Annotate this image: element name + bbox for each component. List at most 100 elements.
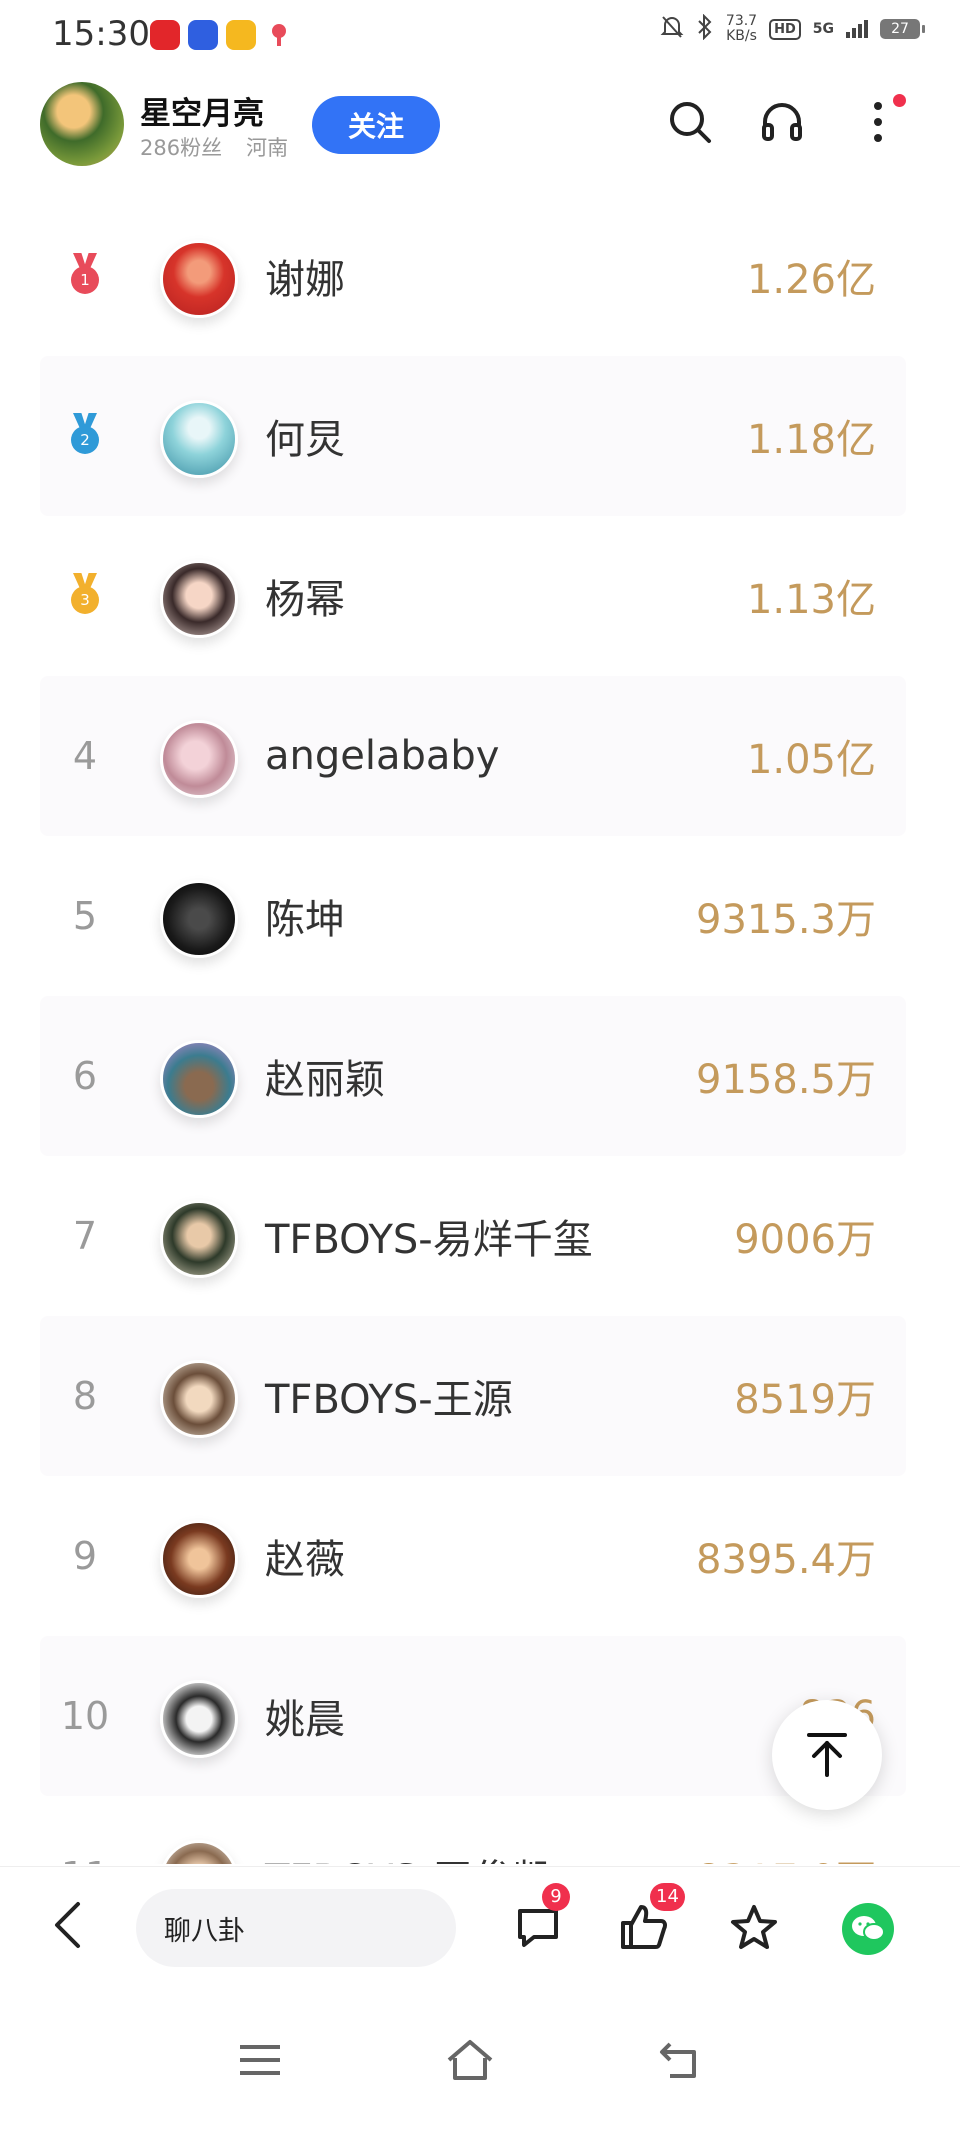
rank-number: 11 [40, 1796, 130, 1864]
celebrity-name: TFBOYS-易烊千玺 [265, 1217, 593, 1263]
follower-value: 1.13亿 [746, 577, 876, 623]
profile-header: 星空月亮 286粉丝 河南 关注 [0, 74, 960, 194]
maps-icon [264, 20, 294, 50]
search-icon[interactable] [660, 92, 720, 152]
weibo-icon [226, 20, 256, 50]
avatar [160, 720, 238, 798]
back-to-top-button[interactable] [772, 1700, 882, 1810]
bottom-action-bar: 9 14 [0, 1866, 960, 1985]
list-item[interactable]: 9 赵薇 8395.4万 [40, 1476, 906, 1636]
avatar [160, 240, 238, 318]
rank-number: 6 [72, 1054, 98, 1098]
avatar [160, 1200, 238, 1278]
home-icon[interactable] [440, 2030, 500, 2090]
status-indicators: 73.7 KB/s HD 5G 27 [660, 13, 925, 44]
battery-icon: 27 [880, 19, 925, 39]
avatar [160, 1520, 238, 1598]
comment-button[interactable]: 9 [508, 1883, 570, 1957]
status-bar: 15:30 73.7 KB/s HD 5G 27 [0, 0, 960, 74]
user-location: 河南 [246, 136, 289, 160]
net-speed-unit: KB/s [726, 28, 757, 44]
bluetooth-icon [696, 13, 714, 44]
list-item[interactable]: 5 陈坤 9315.3万 [40, 836, 906, 996]
rank-medal: 3 [40, 516, 130, 676]
rank-number: 5 [72, 894, 98, 938]
net-speed: 73.7 KB/s [726, 14, 757, 44]
chevron-left-icon [55, 1902, 80, 1948]
signal-icon [846, 20, 868, 38]
rank-number: 9 [72, 1534, 98, 1578]
back-button[interactable] [42, 1897, 92, 1953]
list-item[interactable]: 4 angelababy 1.05亿 [40, 676, 906, 836]
follower-value: 8395.4万 [696, 1537, 876, 1583]
comment-input[interactable] [136, 1889, 456, 1967]
medal-icon: 3 [67, 573, 103, 619]
rank-number: 7 [72, 1214, 98, 1258]
avatar [160, 1360, 238, 1438]
list-item[interactable]: 7 TFBOYS-易烊千玺 9006万 [40, 1156, 906, 1316]
follower-value: 1.26亿 [746, 257, 876, 303]
comment-count-badge: 9 [542, 1883, 570, 1911]
username[interactable]: 星空月亮 [140, 88, 264, 133]
star-icon [731, 1905, 777, 1949]
celebrity-name: 杨幂 [265, 577, 345, 623]
avatar [160, 400, 238, 478]
follow-button[interactable]: 关注 [312, 96, 440, 154]
avatar [160, 1840, 238, 1864]
follower-value: 9315.3万 [696, 897, 876, 943]
avatar [160, 880, 238, 958]
rank-number: 8 [72, 1374, 98, 1418]
baidu-icon [188, 20, 218, 50]
avatar[interactable] [40, 82, 124, 166]
netease-news-icon [150, 20, 180, 50]
like-button[interactable]: 14 [614, 1883, 685, 1957]
headphones-icon[interactable] [752, 92, 812, 152]
network-type: 5G [812, 21, 834, 37]
more-menu-icon[interactable] [848, 92, 908, 152]
list-item[interactable]: 11 TFBOYS-王俊凯 8317.0万 [40, 1796, 906, 1864]
system-nav-bar [0, 1984, 960, 2133]
celebrity-name: TFBOYS-王源 [265, 1377, 513, 1423]
rank-number: 10 [60, 1694, 110, 1738]
avatar [160, 1040, 238, 1118]
wechat-icon [852, 1916, 885, 1941]
follower-value: 1.05亿 [746, 737, 876, 783]
celebrity-name: 姚晨 [265, 1697, 345, 1743]
celebrity-name: 赵丽颖 [265, 1057, 385, 1103]
celebrity-name: 陈坤 [265, 897, 345, 943]
rank-medal: 2 [40, 356, 130, 516]
hd-icon: HD [769, 18, 801, 40]
list-item[interactable]: 1 谢娜 1.26亿 [40, 196, 906, 356]
like-count-badge: 14 [650, 1883, 685, 1911]
mute-icon [660, 14, 684, 44]
list-item[interactable]: 3 杨幂 1.13亿 [40, 516, 906, 676]
notification-dot [893, 94, 906, 107]
celebrity-name: TFBOYS-王俊凯 [265, 1796, 553, 1864]
avatar [160, 1680, 238, 1758]
celebrity-name: 何炅 [265, 417, 345, 463]
follower-count: 286粉丝 [140, 136, 223, 160]
wechat-share-button[interactable] [842, 1903, 894, 1955]
celebrity-name: 谢娜 [265, 257, 345, 303]
medal-icon: 1 [67, 253, 103, 299]
follower-value: 9158.5万 [696, 1057, 876, 1103]
follower-value: 8519万 [734, 1377, 876, 1423]
menu-icon[interactable] [230, 2030, 290, 2090]
avatar [160, 560, 238, 638]
medal-icon: 2 [67, 413, 103, 459]
status-time: 15:30 [52, 14, 150, 54]
net-speed-value: 73.7 [725, 13, 758, 29]
rank-number: 4 [72, 734, 98, 778]
ranking-list[interactable]: 1 谢娜 1.26亿 2 何炅 1.18亿 3 杨幂 1.13亿 4 angel… [40, 196, 906, 1864]
rank-medal: 1 [40, 196, 130, 356]
back-nav-icon[interactable] [650, 2030, 710, 2090]
list-item[interactable]: 2 何炅 1.18亿 [40, 356, 906, 516]
follower-value: 1.18亿 [746, 417, 876, 463]
arrow-up-icon [807, 1733, 847, 1777]
user-meta: 286粉丝 河南 [140, 132, 288, 162]
celebrity-name: 赵薇 [265, 1537, 345, 1583]
favorite-button[interactable] [724, 1897, 784, 1957]
list-item[interactable]: 8 TFBOYS-王源 8519万 [40, 1316, 906, 1476]
list-item[interactable]: 6 赵丽颖 9158.5万 [40, 996, 906, 1156]
follower-value: 9006万 [734, 1217, 876, 1263]
